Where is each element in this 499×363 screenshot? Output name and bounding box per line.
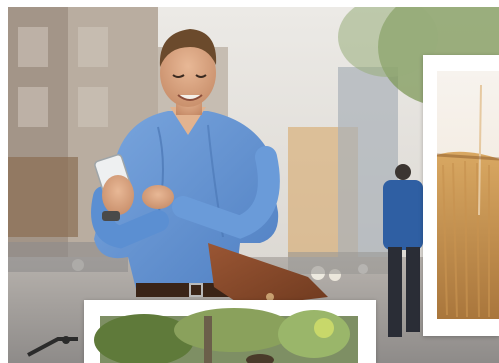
wheat-field-photo-icon xyxy=(423,55,499,336)
gallery-card-garden[interactable] xyxy=(84,300,376,363)
garden-trees-photo-icon xyxy=(84,300,376,363)
page xyxy=(0,0,499,363)
gallery-card-wheat[interactable] xyxy=(423,55,499,336)
